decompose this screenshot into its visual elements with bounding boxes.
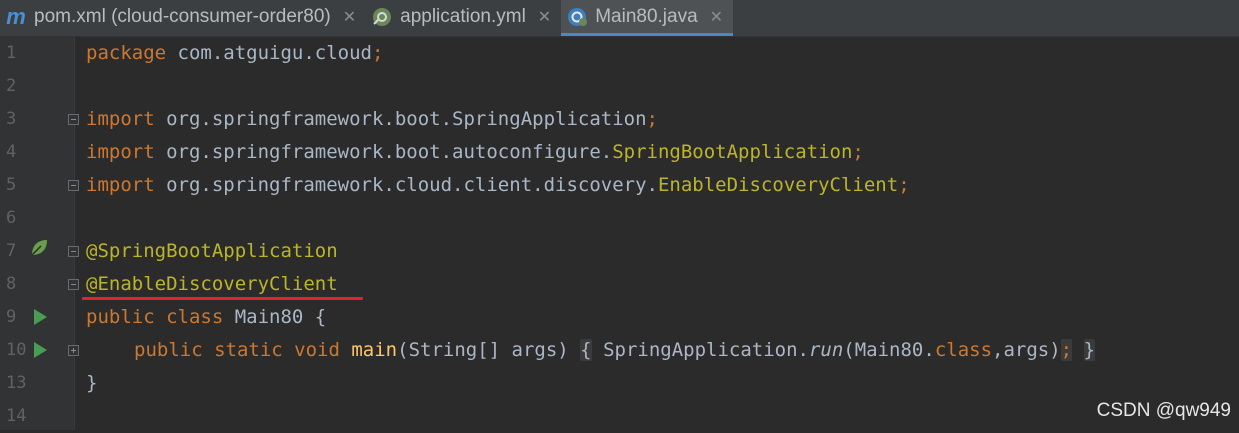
spring-bean-icon[interactable] <box>28 237 50 259</box>
line-number: 10 <box>6 340 27 360</box>
annotation-class: EnableDiscoveryClient <box>657 174 899 196</box>
code-text: } <box>86 367 97 400</box>
code-line: 9 public class Main80 { <box>0 301 1239 334</box>
semicolon: ; <box>646 108 658 130</box>
folded-brace[interactable]: } <box>1083 339 1096 361</box>
semicolon: ; <box>371 42 384 64</box>
fold-collapse-icon[interactable] <box>68 114 79 125</box>
tab-label: pom.xml (cloud-consumer-order80) <box>34 5 331 27</box>
code-line: 6 <box>0 202 1239 235</box>
code-text: public class Main80 { <box>86 301 326 334</box>
close-icon[interactable]: ✕ <box>343 7 356 27</box>
code-editor[interactable]: 1 package com.atguigu.cloud; 2 3 import … <box>0 37 1239 430</box>
method-params: (String[] args) <box>397 339 569 361</box>
line-number: 4 <box>6 142 17 162</box>
semicolon: ; <box>852 141 864 163</box>
run-icon[interactable] <box>34 309 47 325</box>
tab-label: application.yml <box>400 5 526 27</box>
annotation-class: SpringBootApplication <box>612 141 853 163</box>
code-line: 4 import org.springframework.boot.autoco… <box>0 136 1239 169</box>
maven-icon: m <box>6 3 26 29</box>
annotation: @EnableDiscoveryClient <box>86 273 338 295</box>
line-number: 9 <box>6 307 17 327</box>
import-path: org.springframework.cloud.client.discove… <box>154 174 658 196</box>
line-number: 1 <box>6 43 17 63</box>
method-body: SpringApplication. <box>591 339 809 361</box>
import-path: org.springframework.boot.autoconfigure. <box>154 141 613 163</box>
code-line: 10 public static void main(String[] args… <box>0 334 1239 367</box>
line-number: 2 <box>6 76 17 96</box>
line-number: 5 <box>6 175 17 195</box>
tab-application-yml[interactable]: application.yml ✕ <box>366 0 561 33</box>
fold-expand-icon[interactable] <box>68 345 79 356</box>
keyword: class <box>934 339 993 361</box>
red-highlight-underline <box>82 297 363 300</box>
semicolon: ; <box>1060 339 1073 361</box>
class-declaration: Main80 { <box>223 306 327 328</box>
method-body: (Main80. <box>843 339 935 361</box>
close-icon[interactable]: ✕ <box>710 7 723 27</box>
tab-main80-java[interactable]: Main80.java ✕ <box>561 0 734 36</box>
line-number: 6 <box>6 208 17 228</box>
keyword: import <box>86 174 155 196</box>
code-line: 7 @SpringBootApplication <box>0 235 1239 268</box>
code-line: 2 <box>0 70 1239 103</box>
line-number: 13 <box>6 373 27 393</box>
java-class-icon <box>565 5 589 29</box>
editor-tab-bar: m pom.xml (cloud-consumer-order80) ✕ app… <box>0 0 1239 37</box>
code-line: 14 <box>0 400 1239 433</box>
close-icon[interactable]: ✕ <box>538 7 551 27</box>
line-number: 14 <box>6 406 27 426</box>
code-line: 13 } <box>0 367 1239 400</box>
method-name: main <box>351 339 398 361</box>
tab-label: Main80.java <box>595 5 698 27</box>
spring-config-icon <box>370 5 394 29</box>
line-number: 3 <box>6 109 17 129</box>
keyword: import <box>86 108 155 130</box>
run-icon[interactable] <box>34 342 47 358</box>
line-number: 7 <box>6 241 17 261</box>
code-text: package com.atguigu.cloud; <box>86 37 383 70</box>
line-number: 8 <box>6 274 17 294</box>
code-line: 3 import org.springframework.boot.Spring… <box>0 103 1239 136</box>
code-line: 5 import org.springframework.cloud.clien… <box>0 169 1239 202</box>
keyword: public class <box>86 306 224 328</box>
code-text: import org.springframework.cloud.client.… <box>86 169 910 202</box>
annotation: @SpringBootApplication <box>86 240 338 262</box>
static-method-call: run <box>808 339 844 361</box>
tab-pom-xml[interactable]: m pom.xml (cloud-consumer-order80) ✕ <box>0 0 366 33</box>
watermark: CSDN @qw949 <box>1096 400 1231 421</box>
keyword: import <box>86 141 155 163</box>
code-text: public static void main(String[] args) {… <box>134 334 1096 367</box>
fold-end-icon[interactable] <box>68 180 79 191</box>
code-line: 1 package com.atguigu.cloud; <box>0 37 1239 70</box>
keyword: public static void <box>134 339 340 361</box>
import-path: org.springframework.boot.SpringApplicati… <box>154 108 647 130</box>
fold-end-icon[interactable] <box>68 279 79 290</box>
keyword: package <box>86 42 167 64</box>
code-text: import org.springframework.boot.SpringAp… <box>86 103 658 136</box>
closing-brace: } <box>86 372 98 394</box>
code-text: import org.springframework.boot.autoconf… <box>86 136 864 169</box>
package-name: com.atguigu.cloud <box>166 42 372 64</box>
folded-brace[interactable]: { <box>580 339 592 361</box>
semicolon: ; <box>898 174 910 196</box>
code-text: @SpringBootApplication <box>86 235 338 268</box>
method-body: ,args) <box>992 339 1061 361</box>
fold-collapse-icon[interactable] <box>68 246 79 257</box>
